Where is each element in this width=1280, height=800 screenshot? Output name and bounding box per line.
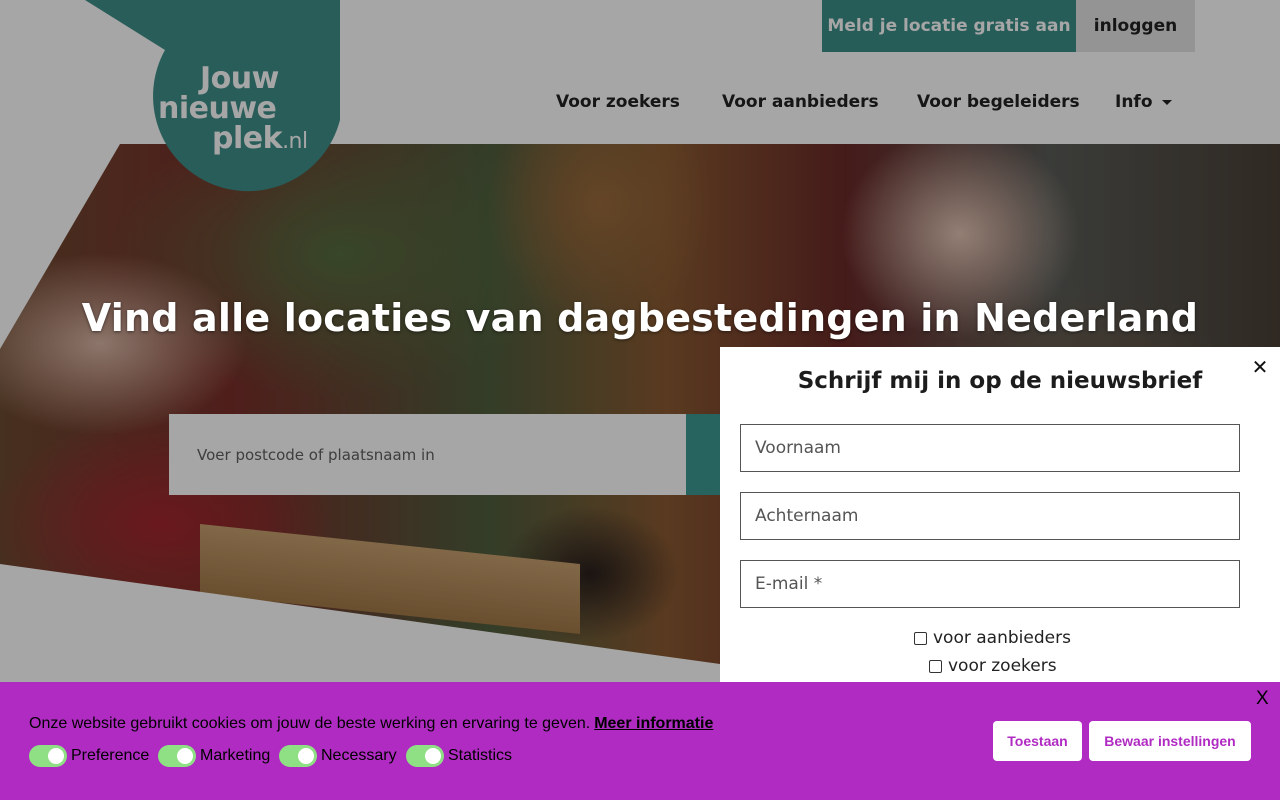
toggle-necessary[interactable]: Necessary xyxy=(279,745,397,767)
last-name-field[interactable]: Achternaam xyxy=(740,492,1240,540)
checkbox-icon[interactable] xyxy=(914,631,927,645)
checkbox-aanbieders[interactable]: voor aanbieders xyxy=(914,628,1071,648)
cookie-message-text: Onze website gebruikt cookies om jouw de… xyxy=(29,715,591,732)
cookie-close-button[interactable]: X xyxy=(1256,688,1269,710)
email-field[interactable]: E-mail * xyxy=(740,560,1240,608)
cookie-save-button[interactable]: Bewaar instellingen xyxy=(1089,721,1251,761)
cookie-message: Onze website gebruikt cookies om jouw de… xyxy=(29,715,713,733)
cookie-more-info-link[interactable]: Meer informatie xyxy=(594,715,713,732)
toggle-marketing[interactable]: Marketing xyxy=(158,745,270,767)
checkbox-icon[interactable] xyxy=(929,659,942,673)
checkbox-zoekers[interactable]: voor zoekers xyxy=(929,656,1057,676)
toggle-statistics[interactable]: Statistics xyxy=(406,745,512,767)
toggle-switch[interactable] xyxy=(279,745,317,767)
toggle-preference-label: Preference xyxy=(71,747,150,764)
first-name-field[interactable]: Voornaam xyxy=(740,424,1240,472)
toggle-marketing-label: Marketing xyxy=(200,747,271,764)
checkbox-aanbieders-label: voor aanbieders xyxy=(933,628,1071,648)
toggle-statistics-label: Statistics xyxy=(448,747,513,764)
toggle-switch[interactable] xyxy=(29,745,67,767)
checkbox-zoekers-label: voor zoekers xyxy=(948,656,1057,676)
toggle-switch[interactable] xyxy=(406,745,444,767)
toggle-preference[interactable]: Preference xyxy=(29,745,149,767)
cookie-banner xyxy=(0,682,1280,800)
hero-title: Vind alle locaties van dagbestedingen in… xyxy=(81,296,1199,340)
toggle-necessary-label: Necessary xyxy=(321,747,397,764)
toggle-switch[interactable] xyxy=(158,745,196,767)
newsletter-title: Schrijf mij in op de nieuwsbrief xyxy=(797,368,1203,394)
cookie-accept-button[interactable]: Toestaan xyxy=(993,721,1082,761)
